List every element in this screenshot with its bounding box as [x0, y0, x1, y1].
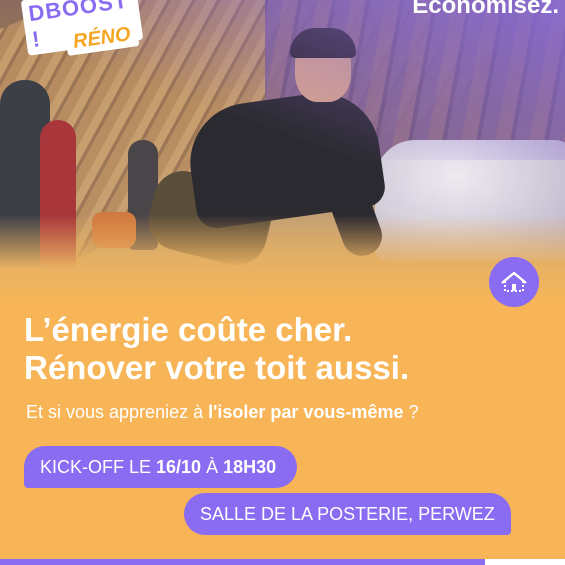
poster: CH DBOOST ! RÉNO Économisez. L’énergie c…: [0, 0, 565, 565]
headline: L’énergie coûte cher. Rénover votre toit…: [24, 311, 544, 387]
tagline: Économisez.: [412, 0, 559, 19]
kickoff-middle: À: [206, 456, 219, 477]
question-prefix: Et si vous appreniez à: [26, 402, 209, 422]
question-text: Et si vous appreniez à l'isoler par vous…: [26, 402, 556, 423]
kickoff-bubble: KICK-OFF LE 16/10 À 18H30: [24, 446, 298, 488]
question-suffix: ?: [403, 402, 419, 422]
headline-line1: L’énergie coûte cher.: [24, 311, 353, 348]
bottom-bar-end: [485, 559, 565, 565]
bottom-bar: [0, 559, 485, 565]
logo: CH DBOOST ! RÉNO: [20, 0, 144, 82]
kickoff-date: 16/10: [156, 456, 202, 477]
kickoff-time: 18H30: [223, 456, 277, 477]
headline-line2: Rénover votre toit aussi.: [24, 349, 410, 386]
question-bold: l'isoler par vous-même: [208, 402, 404, 422]
kickoff-prefix: KICK-OFF LE: [40, 456, 152, 477]
location-text: SALLE DE LA POSTERIE, PERWEZ: [200, 503, 495, 524]
photo-fade: [0, 215, 565, 300]
location-bubble: SALLE DE LA POSTERIE, PERWEZ: [184, 493, 511, 535]
house-roof-icon: [489, 257, 539, 307]
